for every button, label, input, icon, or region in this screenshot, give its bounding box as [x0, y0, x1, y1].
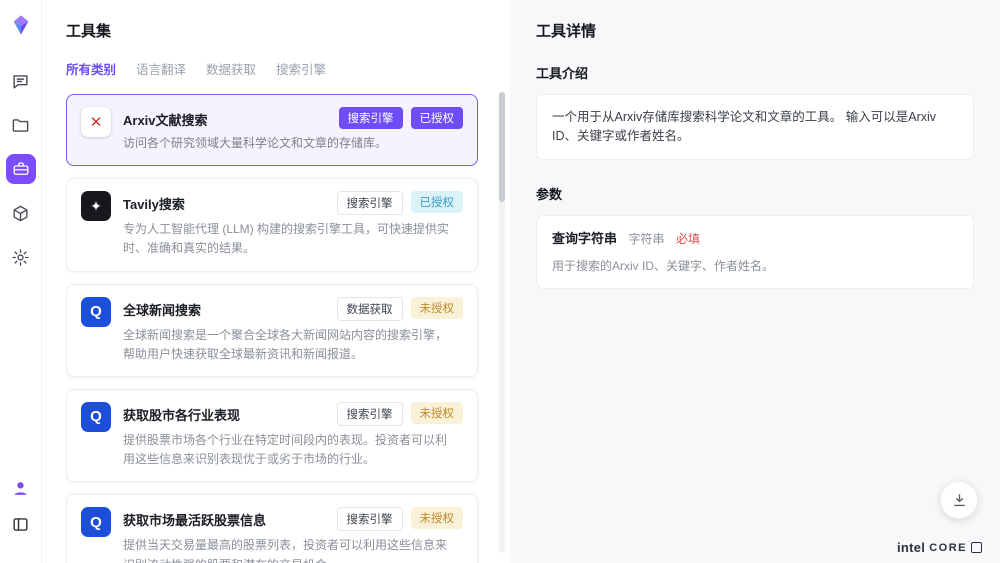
- download-button[interactable]: [940, 481, 978, 519]
- arxiv-icon-glyph: ✕: [90, 113, 103, 131]
- tool-name: Tavily搜索: [123, 191, 329, 213]
- tool-top: Arxiv文献搜索 搜索引擎 已授权: [123, 107, 463, 129]
- news-icon-glyph: Q: [90, 303, 102, 320]
- tool-card-tavily[interactable]: ✦ Tavily搜索 搜索引擎 已授权 专为人工智能代理 (LLM) 构建的搜索…: [66, 178, 478, 271]
- auth-badge[interactable]: 未授权: [411, 402, 464, 424]
- intro-text: 一个用于从Arxiv存储库搜索科学论文和文章的工具。 输入可以是Arxiv ID…: [552, 110, 936, 143]
- tool-desc: 提供当天交易量最高的股票列表，投资者可以利用这些信息来识别流动性强的股票和潜在的…: [123, 536, 453, 563]
- category-badge: 搜索引擎: [337, 507, 403, 531]
- chat-icon[interactable]: [6, 66, 36, 96]
- core-wordmark: CORE: [929, 542, 967, 554]
- tavily-spark-icon: ✦: [81, 191, 111, 221]
- cube-icon[interactable]: [6, 198, 36, 228]
- category-badge[interactable]: 搜索引擎: [339, 107, 403, 129]
- news-icon-glyph: Q: [90, 514, 102, 531]
- tool-desc: 全球新闻搜索是一个聚合全球各大新闻网站内容的搜索引擎，帮助用户快速获取全球最新资…: [123, 326, 453, 364]
- tool-body: 获取市场最活跃股票信息 搜索引擎 未授权 提供当天交易量最高的股票列表，投资者可…: [123, 507, 463, 563]
- tool-detail-panel: 工具详情 工具介绍 一个用于从Arxiv存储库搜索科学论文和文章的工具。 输入可…: [510, 0, 1000, 563]
- auth-badge[interactable]: 未授权: [411, 297, 464, 319]
- user-icon[interactable]: [6, 473, 36, 503]
- intro-card: 一个用于从Arxiv存储库搜索科学论文和文章的工具。 输入可以是Arxiv ID…: [536, 94, 974, 160]
- intel-wordmark: intel: [897, 540, 925, 555]
- app-logo-icon[interactable]: [10, 14, 32, 36]
- auth-badge[interactable]: 已授权: [411, 107, 464, 129]
- news-icon-glyph: Q: [90, 408, 102, 425]
- news-q-icon: Q: [81, 402, 111, 432]
- param-required-flag: 必填: [676, 232, 700, 246]
- intel-core-logo: intel CORE: [897, 540, 982, 555]
- tool-card-sector-performance[interactable]: Q 获取股市各行业表现 搜索引擎 未授权 提供股票市场各个行业在特定时间段内的表…: [66, 389, 478, 482]
- tool-top: 获取市场最活跃股票信息 搜索引擎 未授权: [123, 507, 463, 531]
- param-name: 查询字符串: [552, 231, 617, 246]
- tool-top: 获取股市各行业表现 搜索引擎 未授权: [123, 402, 463, 426]
- tool-name: 全球新闻搜索: [123, 297, 329, 319]
- intel-logo-box: [971, 542, 982, 553]
- tool-desc: 提供股票市场各个行业在特定时间段内的表现。投资者可以利用这些信息来识别表现优于或…: [123, 431, 453, 469]
- param-card: 查询字符串 字符串 必填 用于搜索的Arxiv ID、关键字、作者姓名。: [536, 215, 974, 290]
- intro-section-title: 工具介绍: [536, 63, 974, 82]
- download-icon: [951, 492, 968, 509]
- left-rail: [0, 0, 42, 563]
- list-scrollbar-thumb[interactable]: [499, 92, 505, 202]
- tool-top: Tavily搜索 搜索引擎 已授权: [123, 191, 463, 215]
- panel-title: 工具集: [66, 20, 484, 41]
- param-type: 字符串: [629, 232, 665, 246]
- tool-name: 获取市场最活跃股票信息: [123, 507, 329, 529]
- tool-name: 获取股市各行业表现: [123, 402, 329, 424]
- arxiv-icon: ✕: [81, 107, 111, 137]
- tab-language-translation[interactable]: 语言翻译: [136, 59, 186, 78]
- tool-card-active-stocks[interactable]: Q 获取市场最活跃股票信息 搜索引擎 未授权 提供当天交易量最高的股票列表，投资…: [66, 494, 478, 563]
- tavily-icon-glyph: ✦: [90, 198, 102, 215]
- tool-top: 全球新闻搜索 数据获取 未授权: [123, 297, 463, 321]
- tool-list-panel: 工具集 所有类别 语言翻译 数据获取 搜索引擎 ✕ Arxiv文献搜索 搜索引擎…: [42, 0, 510, 563]
- auth-badge[interactable]: 未授权: [411, 507, 464, 529]
- toolbox-icon[interactable]: [6, 154, 36, 184]
- tool-body: Arxiv文献搜索 搜索引擎 已授权 访问各个研究领域大量科学论文和文章的存储库…: [123, 107, 463, 153]
- tab-search-engine[interactable]: 搜索引擎: [276, 59, 326, 78]
- params-section-title: 参数: [536, 184, 974, 203]
- detail-title: 工具详情: [536, 20, 974, 41]
- news-q-icon: Q: [81, 507, 111, 537]
- news-q-icon: Q: [81, 297, 111, 327]
- tab-all-categories[interactable]: 所有类别: [66, 59, 116, 78]
- settings-gear-icon[interactable]: [6, 242, 36, 272]
- tool-body: 获取股市各行业表现 搜索引擎 未授权 提供股票市场各个行业在特定时间段内的表现。…: [123, 402, 463, 469]
- category-tabs: 所有类别 语言翻译 数据获取 搜索引擎: [66, 59, 484, 78]
- param-desc: 用于搜索的Arxiv ID、关键字、作者姓名。: [552, 257, 958, 275]
- folder-icon[interactable]: [6, 110, 36, 140]
- tool-card-arxiv[interactable]: ✕ Arxiv文献搜索 搜索引擎 已授权 访问各个研究领域大量科学论文和文章的存…: [66, 94, 478, 166]
- tool-desc: 访问各个研究领域大量科学论文和文章的存储库。: [123, 134, 453, 153]
- category-badge: 搜索引擎: [337, 191, 403, 215]
- tool-name: Arxiv文献搜索: [123, 107, 331, 129]
- list-scrollbar: [499, 92, 505, 553]
- sidebar-toggle-icon[interactable]: [6, 509, 36, 539]
- category-badge: 搜索引擎: [337, 402, 403, 426]
- category-badge: 数据获取: [337, 297, 403, 321]
- tab-data-fetch[interactable]: 数据获取: [206, 59, 256, 78]
- param-header: 查询字符串 字符串 必填: [552, 229, 958, 249]
- auth-badge[interactable]: 已授权: [411, 191, 464, 213]
- tool-desc: 专为人工智能代理 (LLM) 构建的搜索引擎工具，可快速提供实时、准确和真实的结…: [123, 220, 453, 258]
- tool-card-global-news[interactable]: Q 全球新闻搜索 数据获取 未授权 全球新闻搜索是一个聚合全球各大新闻网站内容的…: [66, 284, 478, 377]
- tool-body: Tavily搜索 搜索引擎 已授权 专为人工智能代理 (LLM) 构建的搜索引擎…: [123, 191, 463, 258]
- tool-body: 全球新闻搜索 数据获取 未授权 全球新闻搜索是一个聚合全球各大新闻网站内容的搜索…: [123, 297, 463, 364]
- tool-list: ✕ Arxiv文献搜索 搜索引擎 已授权 访问各个研究领域大量科学论文和文章的存…: [66, 92, 484, 563]
